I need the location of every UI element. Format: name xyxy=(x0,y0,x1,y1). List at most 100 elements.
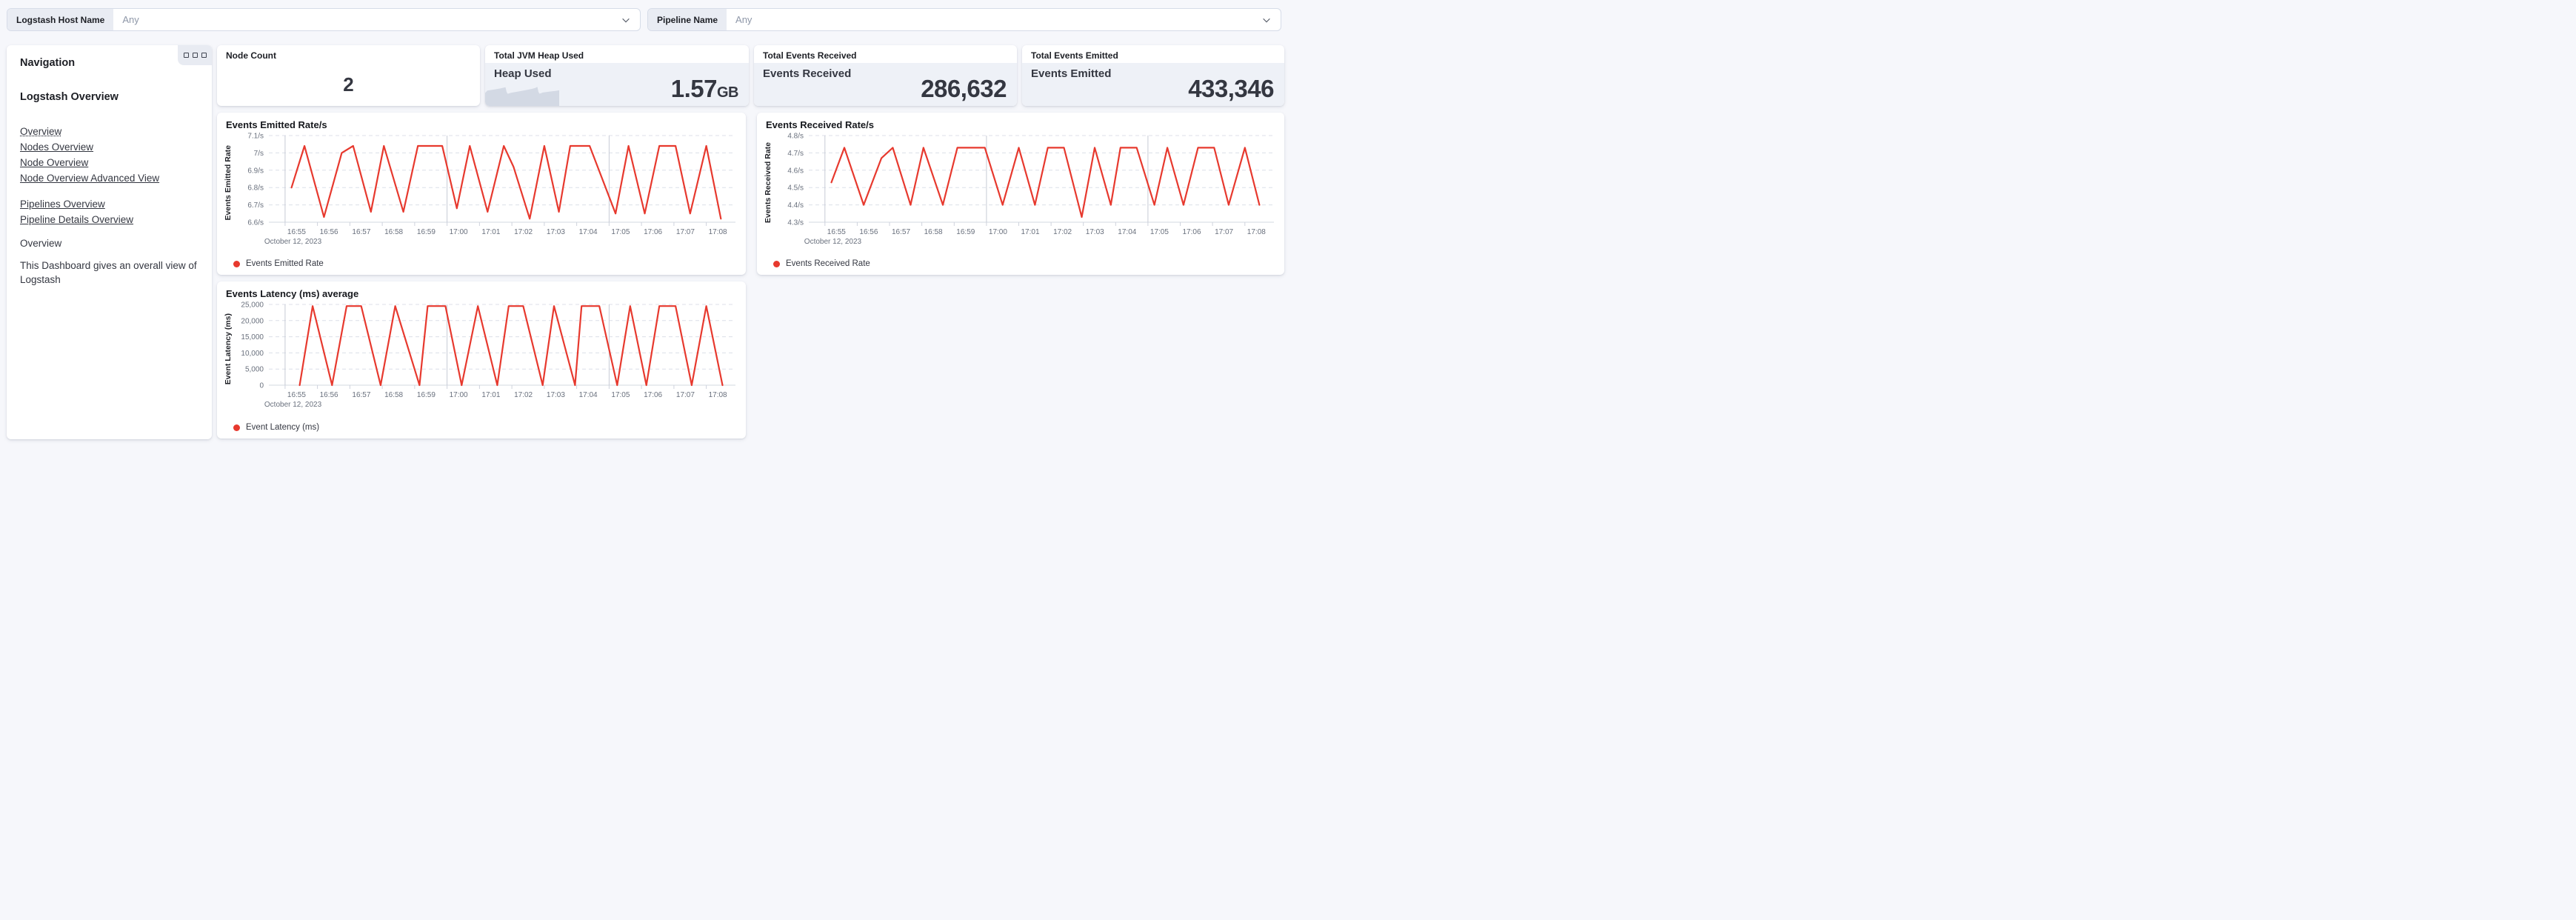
filter-label: Logstash Host Name xyxy=(7,9,114,30)
svg-text:4.7/s: 4.7/s xyxy=(787,150,804,158)
svg-text:0: 0 xyxy=(259,382,264,390)
navigation-panel: Navigation Logstash Overview Overview No… xyxy=(7,45,212,439)
svg-text:17:01: 17:01 xyxy=(481,228,500,236)
svg-text:15,000: 15,000 xyxy=(241,333,264,341)
svg-text:17:03: 17:03 xyxy=(1086,228,1104,236)
svg-text:25,000: 25,000 xyxy=(241,301,264,310)
svg-text:17:05: 17:05 xyxy=(611,391,630,399)
svg-text:17:04: 17:04 xyxy=(579,391,598,399)
nav-link-overview[interactable]: Overview xyxy=(20,124,198,139)
y-axis-title: Events Emitted Rate xyxy=(224,144,233,221)
svg-text:17:00: 17:00 xyxy=(450,391,468,399)
nav-link-pipeline-details-overview[interactable]: Pipeline Details Overview xyxy=(20,212,198,227)
panel-title: Total Events Emitted xyxy=(1031,50,1118,61)
legend-item-events-emitted-rate[interactable]: Events Emitted Rate xyxy=(233,259,324,268)
svg-text:7.1/s: 7.1/s xyxy=(247,133,264,141)
events-latency-chart-panel: Events Latency (ms) average Event Latenc… xyxy=(217,281,746,439)
nav-link-nodes-overview[interactable]: Nodes Overview xyxy=(20,139,198,155)
nav-link-node-overview[interactable]: Node Overview xyxy=(20,155,198,170)
nav-section-title: Logstash Overview xyxy=(20,91,119,103)
legend-item-events-received-rate[interactable]: Events Received Rate xyxy=(773,259,870,268)
pipeline-name-filter[interactable]: Pipeline Name Any xyxy=(647,8,1281,31)
legend-item-event-latency[interactable]: Event Latency (ms) xyxy=(233,423,319,432)
svg-text:17:06: 17:06 xyxy=(644,391,662,399)
svg-text:17:00: 17:00 xyxy=(450,228,468,236)
metric-label: Events Received xyxy=(763,67,852,80)
svg-text:16:59: 16:59 xyxy=(956,228,975,236)
chart-title: Events Latency (ms) average xyxy=(226,288,359,299)
logstash-host-name-filter[interactable]: Logstash Host Name Any xyxy=(7,8,641,31)
svg-text:17:01: 17:01 xyxy=(481,391,500,399)
svg-text:17:04: 17:04 xyxy=(1118,228,1136,236)
svg-text:7/s: 7/s xyxy=(254,150,264,158)
svg-text:16:55: 16:55 xyxy=(827,228,846,236)
nav-subheading: Overview xyxy=(20,238,62,249)
events-latency-chart[interactable]: 0 5,000 10,000 15,000 20,000 25,000 16:55 Octob… xyxy=(235,299,741,410)
legend-dot-icon xyxy=(233,260,240,267)
svg-text:16:59: 16:59 xyxy=(417,391,436,399)
events-emitted-rate-chart[interactable]: 6.6/s 6.7/s 6.8/s 6.9/s 7/s 7.1/s 16:55 October… xyxy=(235,130,741,247)
legend-dot-icon xyxy=(773,260,780,267)
heap-used-value: 1.57GB xyxy=(670,75,739,102)
svg-text:17:05: 17:05 xyxy=(611,228,630,236)
node-count-value: 2 xyxy=(343,73,354,96)
events-received-metric: Events Received 286,632 xyxy=(754,63,1017,106)
svg-text:5,000: 5,000 xyxy=(245,366,264,374)
events-emitted-rate-chart-panel: Events Emitted Rate/s Events Emitted Rat… xyxy=(217,113,746,275)
svg-text:16:56: 16:56 xyxy=(320,391,338,399)
y-axis-title: Event Latency (ms) xyxy=(224,313,233,385)
legend-dot-icon xyxy=(233,424,240,431)
svg-text:16:55: 16:55 xyxy=(287,391,306,399)
logstash-overview-dashboard: Logstash Host Name Any Pipeline Name Any… xyxy=(0,0,1288,460)
chart-title: Events Received Rate/s xyxy=(766,119,874,130)
svg-text:October 12, 2023: October 12, 2023 xyxy=(264,238,322,246)
y-axis-title: Events Received Rate xyxy=(764,141,773,224)
svg-text:17:03: 17:03 xyxy=(547,228,565,236)
nav-link-node-overview-advanced[interactable]: Node Overview Advanced View xyxy=(20,170,198,186)
svg-text:16:58: 16:58 xyxy=(924,228,943,236)
svg-text:16:57: 16:57 xyxy=(352,228,370,236)
node-count-panel: Node Count 2 xyxy=(217,45,480,106)
chart-title: Events Emitted Rate/s xyxy=(226,119,327,130)
svg-text:6.7/s: 6.7/s xyxy=(247,201,264,210)
chevron-down-icon xyxy=(1261,9,1281,30)
svg-text:4.8/s: 4.8/s xyxy=(787,133,804,141)
svg-text:16:59: 16:59 xyxy=(417,228,436,236)
panel-options-icon xyxy=(201,53,207,58)
heap-used-metric: Heap Used 1.57GB xyxy=(485,63,749,106)
svg-text:16:56: 16:56 xyxy=(859,228,878,236)
svg-text:17:08: 17:08 xyxy=(709,391,727,399)
panel-title: Node Count xyxy=(226,50,276,61)
panel-title: Total Events Received xyxy=(763,50,857,61)
svg-text:17:04: 17:04 xyxy=(579,228,598,236)
chevron-down-icon xyxy=(621,9,640,30)
nav-heading: Navigation xyxy=(20,57,76,69)
svg-text:October 12, 2023: October 12, 2023 xyxy=(264,401,322,409)
svg-text:17:06: 17:06 xyxy=(644,228,662,236)
svg-text:16:58: 16:58 xyxy=(384,228,403,236)
svg-text:6.6/s: 6.6/s xyxy=(247,219,264,227)
filter-label: Pipeline Name xyxy=(648,9,727,30)
panel-title: Total JVM Heap Used xyxy=(494,50,584,61)
nav-link-pipelines-overview[interactable]: Pipelines Overview xyxy=(20,196,198,212)
svg-text:6.8/s: 6.8/s xyxy=(247,184,264,193)
jvm-heap-panel: Total JVM Heap Used Heap Used 1.57GB xyxy=(485,45,749,106)
events-received-value: 286,632 xyxy=(921,75,1007,102)
panel-options-button[interactable] xyxy=(178,45,212,65)
svg-text:16:58: 16:58 xyxy=(384,391,403,399)
svg-text:16:57: 16:57 xyxy=(892,228,910,236)
svg-text:17:08: 17:08 xyxy=(709,228,727,236)
filter-value: Any xyxy=(122,14,139,25)
panel-options-icon xyxy=(183,53,189,58)
svg-text:17:07: 17:07 xyxy=(676,391,695,399)
svg-text:17:07: 17:07 xyxy=(1215,228,1233,236)
svg-text:10,000: 10,000 xyxy=(241,350,264,358)
svg-text:4.5/s: 4.5/s xyxy=(787,184,804,193)
svg-text:17:00: 17:00 xyxy=(989,228,1007,236)
svg-text:4.4/s: 4.4/s xyxy=(787,201,804,210)
events-received-rate-chart-panel: Events Received Rate/s Events Received R… xyxy=(757,113,1284,275)
panel-options-icon xyxy=(192,53,198,58)
svg-text:4.6/s: 4.6/s xyxy=(787,167,804,175)
events-received-rate-chart[interactable]: 4.3/s 4.4/s 4.5/s 4.6/s 4.7/s 4.8/s 16:55 Octob… xyxy=(775,130,1280,247)
filter-bar: Logstash Host Name Any Pipeline Name Any xyxy=(7,8,1281,31)
